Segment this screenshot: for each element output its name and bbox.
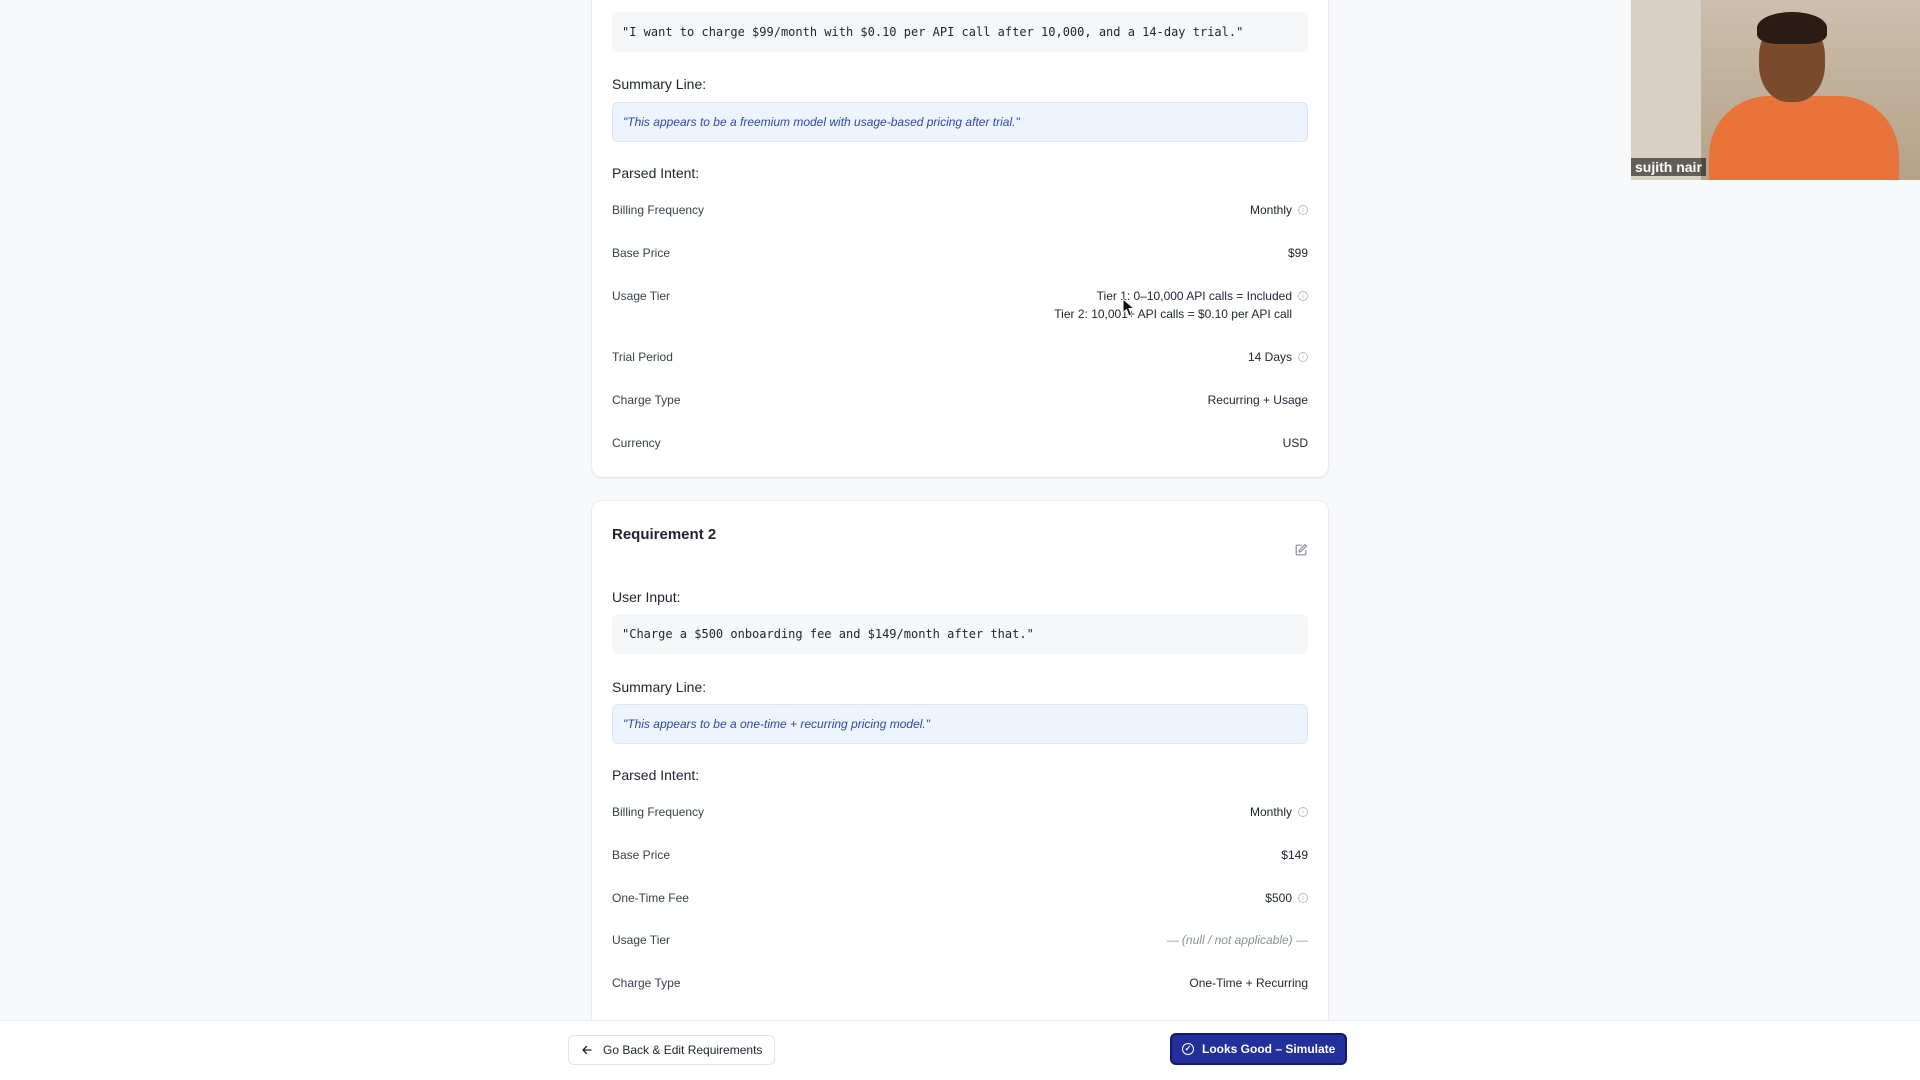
participant-hair [1757,12,1827,44]
participant-name-tag: sujith nair [1631,158,1706,176]
field-currency: Currency USD [612,436,1308,450]
arrow-left-icon [582,1045,592,1055]
field-label: Billing Frequency [612,805,705,819]
field-usage-tier: Usage Tier Tier 1: 0–10,000 API calls = … [612,289,1308,321]
field-usage-tier: Usage Tier — (null / not applicable) — [612,933,1308,947]
field-label: Base Price [612,246,671,260]
tier-2-value: Tier 2: 10,001+ API calls = $0.10 per AP… [1054,307,1292,321]
summary-line-text: "This appears to be a one-time + recurri… [612,704,1308,744]
field-label: Charge Type [612,976,681,990]
field-billing-frequency: Billing Frequency Monthly i [612,203,1308,217]
edit-icon[interactable] [1294,543,1308,557]
user-input-label: User Input: [612,589,681,605]
summary-line-text: "This appears to be a freemium model wit… [612,102,1308,142]
mouse-cursor-icon [1122,298,1136,317]
field-value: Monthly [1249,805,1292,819]
parsed-intent-label: Parsed Intent: [612,767,700,783]
field-label: Usage Tier [612,933,671,947]
field-value: One-Time + Recurring [1189,976,1308,990]
field-value: Recurring + Usage [1207,393,1308,407]
info-icon[interactable]: i [1298,352,1308,362]
simulate-button[interactable]: ✓ Looks Good – Simulate [1170,1033,1348,1065]
field-label: Currency [612,436,661,450]
field-label: Trial Period [612,350,673,364]
go-back-label: Go Back & Edit Requirements [603,1043,763,1057]
field-label: Charge Type [612,393,681,407]
requirement-card-1: "I want to charge $99/month with $0.10 p… [592,0,1328,477]
field-one-time-fee: One-Time Fee $500 i [612,891,1308,905]
field-charge-type: Charge Type One-Time + Recurring [612,976,1308,990]
field-value: Monthly [1249,203,1292,217]
summary-line-label: Summary Line: [612,76,707,92]
info-icon[interactable]: i [1298,893,1308,903]
field-value: $149 [1281,848,1308,862]
field-charge-type: Charge Type Recurring + Usage [612,393,1308,407]
participant-video-tile: sujith nair [1631,0,1920,180]
requirement-title: Requirement 2 [612,526,717,543]
field-trial-period: Trial Period 14 Days i [612,350,1308,364]
info-icon[interactable]: i [1298,291,1308,301]
field-billing-frequency: Billing Frequency Monthly i [612,805,1308,819]
video-background [1631,0,1701,180]
footer-action-bar: Go Back & Edit Requirements ✓ Looks Good… [0,1020,1920,1080]
participant-body [1709,96,1899,180]
field-value: 14 Days [1247,350,1292,364]
app-page: "I want to charge $99/month with $0.10 p… [0,0,1920,1080]
info-icon[interactable]: i [1298,205,1308,215]
field-value: $99 [1287,246,1308,260]
field-value: $500 [1265,891,1292,905]
field-base-price: Base Price $149 [612,848,1308,862]
summary-line-label: Summary Line: [612,679,707,695]
field-label: One-Time Fee [612,891,689,905]
user-input-text: "I want to charge $99/month with $0.10 p… [612,12,1308,52]
info-icon[interactable]: i [1298,807,1308,817]
check-circle-icon: ✓ [1182,1043,1194,1055]
simulate-label: Looks Good – Simulate [1202,1042,1336,1056]
go-back-button[interactable]: Go Back & Edit Requirements [568,1035,776,1065]
field-label: Billing Frequency [612,203,705,217]
field-value: USD [1282,436,1308,450]
field-label: Usage Tier [612,289,671,303]
parsed-intent-label: Parsed Intent: [612,165,700,181]
field-label: Base Price [612,848,671,862]
user-input-text: "Charge a $500 onboarding fee and $149/m… [612,614,1308,654]
field-base-price: Base Price $99 [612,246,1308,260]
requirement-card-2: Requirement 2 User Input: "Charge a $500… [592,501,1328,1080]
field-value: — (null / not applicable) — [1166,933,1308,947]
